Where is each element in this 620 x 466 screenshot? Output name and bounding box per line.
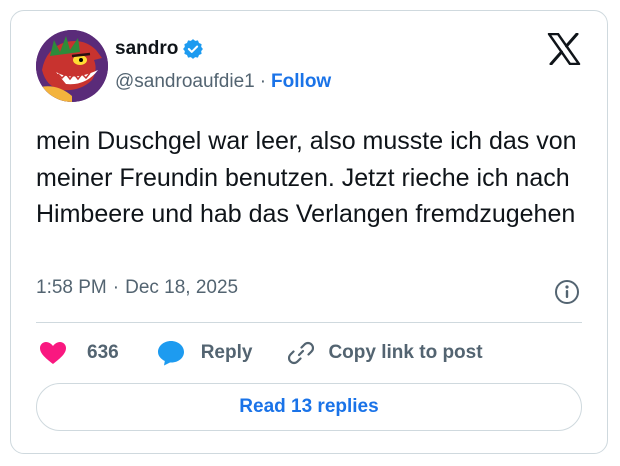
tweet-card: sandro @sandroaufdie1 · Follow mein Dusc…	[10, 10, 608, 454]
tweet-date: Dec 18, 2025	[125, 277, 239, 298]
like-count: 636	[87, 342, 119, 363]
read-replies-button[interactable]: Read 13 replies	[36, 383, 582, 431]
copy-link-label: Copy link to post	[328, 342, 483, 363]
heart-icon	[40, 342, 66, 364]
author-handle[interactable]: @sandroaufdie1	[115, 71, 255, 93]
separator-dot: ·	[112, 277, 120, 298]
reply-label: Reply	[200, 342, 253, 363]
author-name-row: sandro	[115, 38, 204, 60]
link-icon	[288, 341, 315, 365]
like-button[interactable]: 636	[39, 341, 119, 365]
tweet-time: 1:58 PM	[36, 277, 107, 298]
avatar-image	[36, 30, 108, 102]
separator-dot: ·	[259, 71, 267, 92]
divider	[36, 322, 582, 323]
x-logo-icon[interactable]	[547, 32, 581, 66]
action-bar: 636 Reply Copy link to post	[36, 336, 483, 370]
tweet-text: mein Duschgel war leer, also musste ich …	[36, 127, 577, 228]
follow-link[interactable]: Follow	[271, 71, 331, 93]
reply-bubble-icon	[157, 341, 184, 366]
info-icon[interactable]	[554, 279, 580, 305]
tweet-timestamp[interactable]: 1:58 PM · Dec 18, 2025	[36, 277, 238, 299]
author-handle-row: @sandroaufdie1 · Follow	[115, 71, 331, 93]
verified-badge-icon	[183, 39, 204, 59]
avatar[interactable]	[36, 30, 108, 102]
copy-link-button[interactable]: Copy link to post	[288, 340, 483, 366]
reply-button[interactable]: Reply	[157, 340, 253, 366]
author-name[interactable]: sandro	[115, 38, 178, 60]
